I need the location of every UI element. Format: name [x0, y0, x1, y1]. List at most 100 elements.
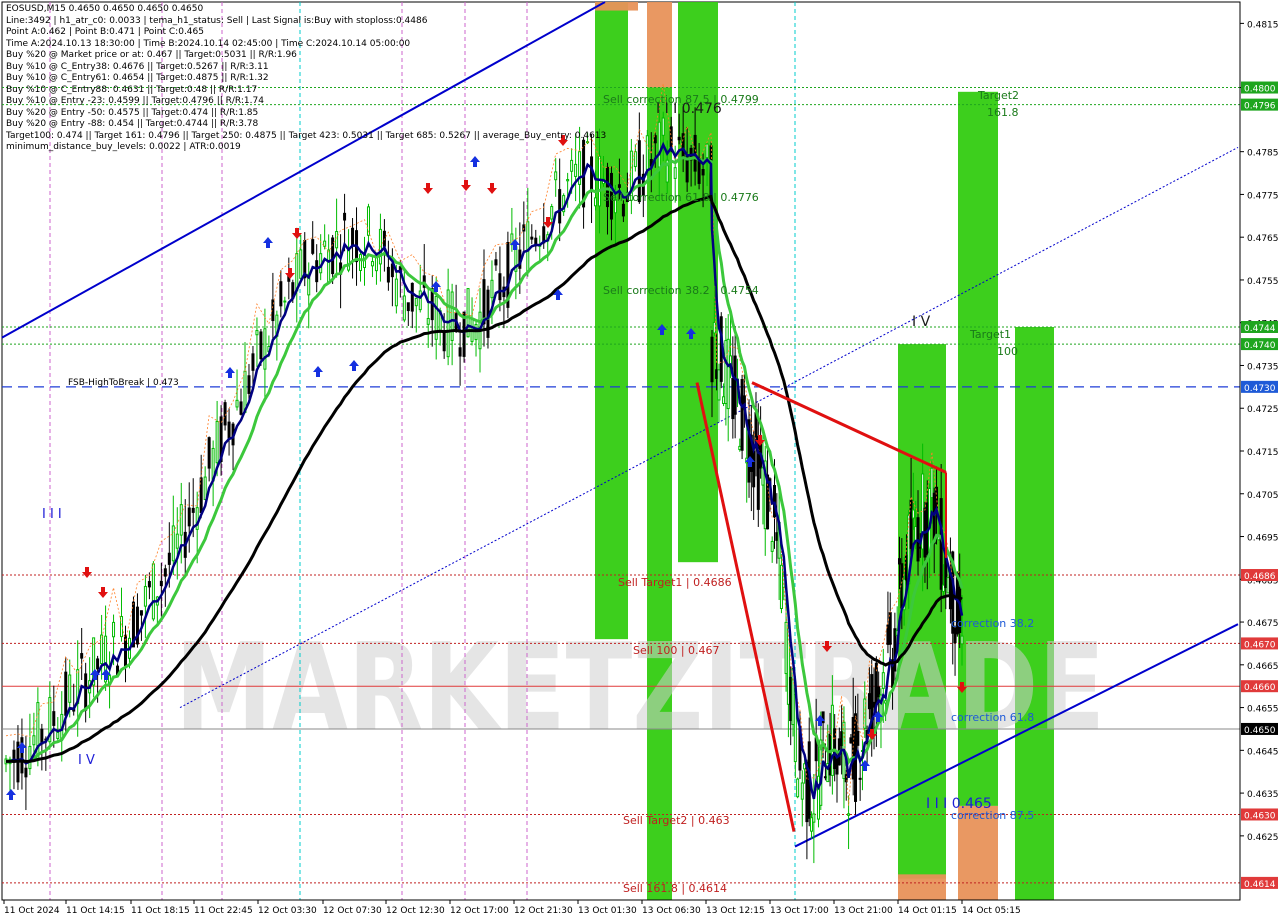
- candle-body: [724, 340, 728, 405]
- candle-body: [64, 671, 68, 716]
- price-tag-label: 0.4670: [1244, 640, 1276, 650]
- candle-body: [590, 156, 594, 193]
- candle-body: [789, 676, 793, 722]
- time-tick-label: 13 Oct 06:30: [642, 906, 701, 916]
- candle-body: [705, 143, 709, 159]
- candle-body: [858, 777, 862, 780]
- candle-body: [657, 121, 661, 168]
- candle-body: [574, 163, 578, 177]
- time-tick-label: 11 Oct 22:45: [194, 906, 253, 916]
- candle-body: [279, 281, 283, 307]
- candle-body: [830, 704, 834, 776]
- candle-body: [24, 767, 28, 778]
- price-tick-label: 0.4625: [1247, 833, 1279, 843]
- candle-body: [243, 370, 247, 413]
- time-tick-label: 13 Oct 21:00: [834, 906, 893, 916]
- candle-body: [299, 249, 303, 279]
- price-tag-label: 0.4796: [1244, 102, 1276, 112]
- price-tag-label: 0.4740: [1244, 341, 1276, 351]
- candle-body: [191, 507, 195, 513]
- candle-body: [167, 552, 171, 565]
- candle-body: [960, 635, 964, 645]
- candle-body: [911, 509, 915, 519]
- price-tag-label: 0.4800: [1244, 85, 1276, 95]
- candle-body: [56, 731, 60, 739]
- candle-body: [554, 171, 558, 181]
- level-label: correction 61.8: [951, 711, 1034, 724]
- candle-body: [80, 653, 84, 659]
- candle-body: [239, 401, 243, 415]
- info-line: minimum_distance_buy_levels: 0.0022 | AT…: [6, 142, 241, 152]
- candle-body: [530, 236, 534, 240]
- candle-body: [283, 300, 287, 303]
- candle-body: [930, 467, 934, 499]
- level-label: Sell Target2 | 0.463: [623, 814, 730, 827]
- candle-body: [410, 282, 414, 312]
- price-tick-label: 0.4765: [1247, 234, 1279, 244]
- candle-body: [594, 197, 598, 207]
- candle-body: [450, 291, 454, 341]
- price-tick-label: 0.4775: [1247, 191, 1279, 201]
- info-line: Buy %10 @ C_Entry38: 0.4676 || Target:0.…: [6, 61, 269, 72]
- candle-body: [770, 540, 774, 552]
- info-line: Buy %20 @ Entry -50: 0.4575 || Target:0.…: [6, 107, 259, 118]
- level-label: Sell correction 61.8 | 0.4776: [603, 191, 759, 204]
- candle-body: [898, 558, 901, 565]
- wave-label: I V: [78, 753, 95, 768]
- wave-label: I I I: [42, 507, 62, 522]
- candle-body: [800, 782, 804, 800]
- candle-body: [343, 212, 347, 221]
- level-label: FSB-HighToBreak | 0.473: [68, 378, 179, 388]
- price-tick-label: 0.4755: [1247, 277, 1279, 287]
- candle-body: [418, 290, 422, 311]
- candle-body: [570, 159, 574, 172]
- candle-body: [726, 338, 730, 410]
- candle-body: [458, 347, 462, 357]
- price-tick-label: 0.4715: [1247, 448, 1279, 458]
- candle-body: [247, 375, 251, 394]
- candle-body: [394, 278, 398, 307]
- level-label: 161.8: [987, 106, 1019, 119]
- price-tick-label: 0.4785: [1247, 149, 1279, 159]
- candle-body: [482, 279, 486, 325]
- time-tick-label: 11 Oct 18:15: [131, 906, 190, 916]
- price-tag-label: 0.4686: [1244, 572, 1276, 582]
- time-tick-label: 12 Oct 12:30: [386, 906, 445, 916]
- price-tag-label: 0.4730: [1244, 384, 1276, 394]
- candle-body: [175, 533, 179, 549]
- time-tick-label: 12 Oct 21:30: [514, 906, 573, 916]
- candle-body: [351, 227, 355, 247]
- candle-body: [893, 628, 897, 672]
- candle-body: [633, 151, 637, 168]
- level-label: Target1: [969, 328, 1011, 341]
- candle-body: [821, 711, 825, 724]
- candle-body: [710, 336, 714, 383]
- target-zone: [647, 2, 672, 88]
- candle-body: [414, 297, 418, 307]
- candle-body: [946, 577, 950, 594]
- indicator-info-panel: EOSUSD,M15 0.4650 0.4650 0.4650 0.4650 L…: [6, 4, 606, 154]
- candle-body: [251, 353, 255, 371]
- info-line: Buy %20 @ Entry -88: 0.454 || Target:0.4…: [6, 119, 259, 129]
- candle-body: [52, 711, 56, 726]
- level-label: Sell 161.8 | 0.4614: [623, 882, 727, 895]
- info-line: Buy %20 @ Market price or at: 0.467 || T…: [6, 50, 297, 60]
- price-tick-label: 0.4735: [1247, 362, 1279, 372]
- chart-stage: MARKETZITRADE Sell correction 87.5 | 0.47…: [0, 0, 1280, 920]
- candle-body: [881, 672, 885, 689]
- candle-body: [886, 624, 890, 645]
- level-label: Sell 100 | 0.467: [633, 644, 720, 657]
- candle-body: [227, 421, 231, 439]
- time-tick-label: 13 Oct 01:30: [578, 906, 637, 916]
- target-zone: [647, 87, 672, 901]
- info-line: Buy %10 @ C_Entry61: 0.4654 || Target:0.…: [6, 73, 269, 83]
- candle-body: [840, 731, 844, 747]
- price-tag-label: 0.4630: [1244, 811, 1276, 821]
- candle-body: [856, 730, 860, 746]
- candle-body: [558, 189, 562, 224]
- candle-body: [84, 673, 88, 711]
- level-label: Target2: [977, 89, 1019, 102]
- candle-body: [884, 700, 888, 704]
- price-axis: [1239, 2, 1244, 900]
- candle-body: [143, 585, 147, 607]
